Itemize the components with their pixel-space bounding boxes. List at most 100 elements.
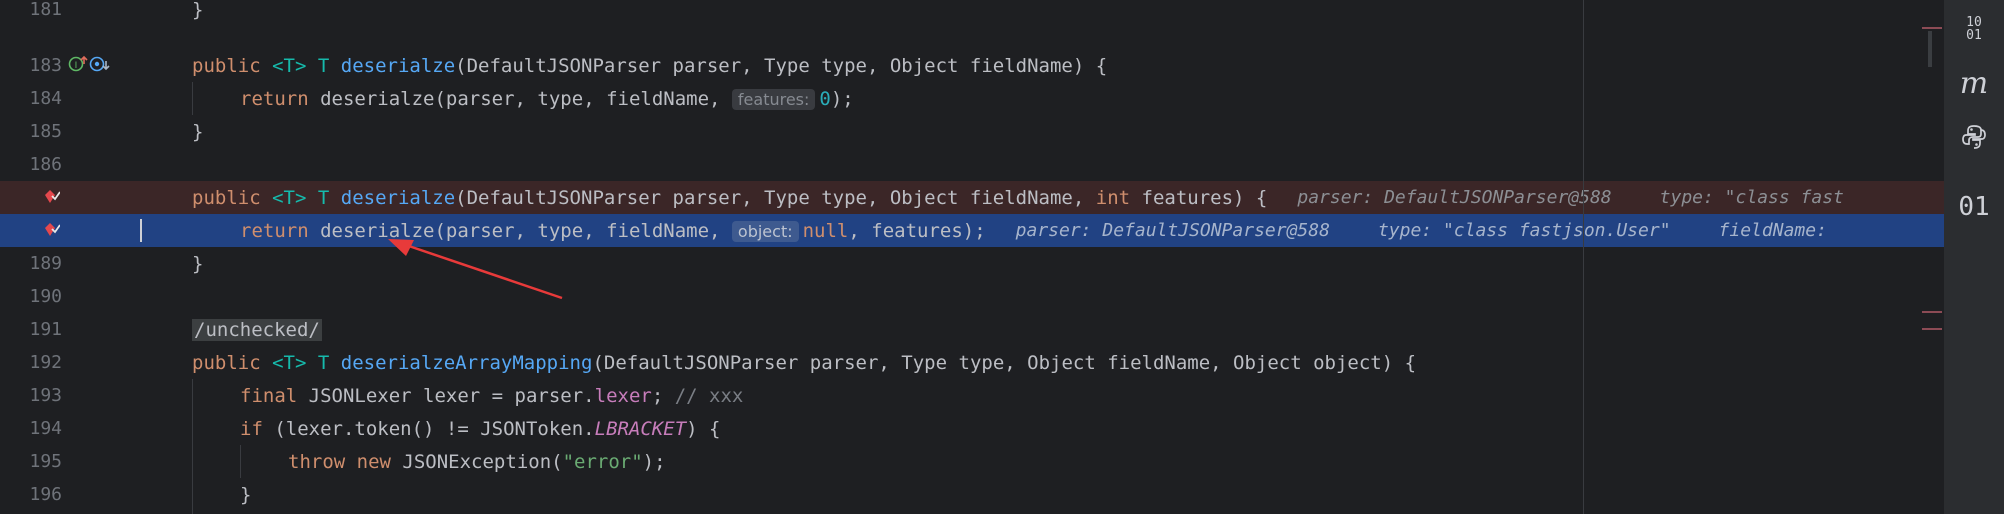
params: (DefaultJSONParser parser, Type type, Ob… bbox=[592, 351, 1417, 374]
line-number: 193 bbox=[29, 385, 62, 406]
keyword: public bbox=[192, 54, 261, 77]
keyword: throw bbox=[288, 450, 346, 473]
declaration: final JSONLexer lexer = parser.lexer; //… bbox=[140, 385, 743, 407]
statement-end: , features); bbox=[848, 219, 986, 242]
stripe-mark[interactable] bbox=[1922, 311, 1942, 313]
call-expression[interactable]: deserialze(parser, type, fieldName, bbox=[320, 220, 732, 242]
comment: // xxx bbox=[674, 384, 744, 407]
call-expression: deserialze(parser, type, fieldName, bbox=[320, 87, 732, 110]
breakpoint-icon[interactable] bbox=[44, 190, 60, 204]
python-console-button[interactable] bbox=[1954, 112, 1994, 162]
return-type: T bbox=[317, 54, 330, 77]
right-margin-guide bbox=[1583, 0, 1584, 514]
implements-overrides-icons[interactable]: I bbox=[68, 53, 112, 79]
code-line[interactable]: if (lexer.token() != JSONToken.LBRACKET)… bbox=[140, 412, 1944, 445]
field-ref: lexer bbox=[594, 384, 652, 407]
line-number: 196 bbox=[29, 484, 62, 505]
gutter-line[interactable]: 194 bbox=[0, 412, 140, 445]
override-icon[interactable]: I bbox=[68, 53, 112, 75]
line-number: 190 bbox=[29, 286, 62, 307]
code-line[interactable]: throw new JSONException("error"); bbox=[140, 445, 1944, 478]
line-number: 183 bbox=[29, 55, 62, 76]
closing-brace: } bbox=[192, 120, 204, 143]
gutter-line[interactable]: 192 bbox=[0, 346, 140, 379]
code-line[interactable]: return deserialze(parser, type, fieldNam… bbox=[140, 82, 1944, 115]
binary-viewer-button[interactable]: 10 01 bbox=[1954, 4, 1994, 54]
code-area[interactable]: } public <T> T deserialze(DefaultJSONPar… bbox=[140, 0, 1944, 514]
params: features) { bbox=[1130, 186, 1268, 209]
closing-brace: } bbox=[192, 252, 204, 275]
stripe-mark[interactable] bbox=[1922, 328, 1942, 330]
debug-inline-value[interactable]: type: "class fastjson.User" bbox=[1378, 220, 1671, 241]
editor-gutter[interactable]: 181 183 I 184 185 186 189 190 191 192 19… bbox=[0, 0, 140, 514]
svg-text:I: I bbox=[75, 61, 78, 71]
line-number: 195 bbox=[29, 451, 62, 472]
statement-end: ); bbox=[642, 450, 666, 473]
code-line[interactable]: } bbox=[140, 115, 1944, 148]
gutter-line[interactable]: 190 bbox=[0, 280, 140, 313]
line-number: 185 bbox=[29, 121, 62, 142]
string-literal: "error" bbox=[562, 450, 643, 473]
debug-inline-value[interactable]: parser: DefaultJSONParser@588 bbox=[1016, 220, 1330, 241]
statement-end: ); bbox=[830, 87, 854, 110]
params: (DefaultJSONParser parser, Type type, Ob… bbox=[455, 186, 1096, 209]
binary-button[interactable]: 01 bbox=[1954, 182, 1994, 232]
line-number: 191 bbox=[29, 319, 62, 340]
code-editor[interactable]: 181 183 I 184 185 186 189 190 191 192 19… bbox=[0, 0, 2004, 514]
code-line[interactable]: } bbox=[140, 247, 1944, 280]
method-signature: public <T> T deserialze(DefaultJSONParse… bbox=[140, 55, 1107, 77]
maven-button[interactable]: m bbox=[1954, 58, 1994, 108]
stripe-mark[interactable] bbox=[1922, 27, 1942, 29]
gutter-line[interactable]: 195 bbox=[0, 445, 140, 478]
gutter-line[interactable]: 181 bbox=[0, 0, 140, 26]
code-line[interactable]: } bbox=[140, 0, 1944, 26]
semicolon: ; bbox=[651, 384, 675, 407]
return-statement: return deserialze(parser, type, fieldNam… bbox=[140, 88, 854, 110]
gutter-line[interactable]: 186 bbox=[0, 148, 140, 181]
code-line-breakpoint[interactable]: public <T> T deserialze(DefaultJSONParse… bbox=[140, 181, 1944, 214]
error-stripe[interactable] bbox=[1920, 0, 1944, 514]
scroll-thumb[interactable] bbox=[1928, 31, 1932, 67]
line-number: 184 bbox=[29, 88, 62, 109]
keyword: new bbox=[356, 450, 391, 473]
type-param: <T> bbox=[272, 54, 307, 77]
declaration-text: JSONLexer lexer = parser. bbox=[297, 384, 595, 407]
params: (DefaultJSONParser parser, Type type, Ob… bbox=[455, 54, 1108, 77]
code-line-current-execution[interactable]: return deserialze(parser, type, fieldNam… bbox=[140, 214, 1944, 247]
code-line[interactable]: final JSONLexer lexer = parser.lexer; //… bbox=[140, 379, 1944, 412]
keyword: public bbox=[192, 186, 261, 209]
gutter-line[interactable]: 185 bbox=[0, 115, 140, 148]
keyword: return bbox=[240, 87, 309, 110]
method-name[interactable]: deserialze bbox=[341, 187, 455, 209]
keyword: public bbox=[192, 351, 261, 374]
debug-inline-value[interactable]: fieldName: bbox=[1719, 220, 1827, 241]
code-line[interactable]: /unchecked/ bbox=[140, 313, 1944, 346]
gutter-line[interactable]: 183 I bbox=[0, 49, 140, 82]
debug-inline-value[interactable]: parser: DefaultJSONParser@588 bbox=[1297, 187, 1611, 208]
gutter-line[interactable]: 189 bbox=[0, 247, 140, 280]
code-line[interactable]: public <T> T deserialzeArrayMapping(Defa… bbox=[140, 346, 1944, 379]
keyword: if bbox=[240, 417, 263, 440]
keyword: int bbox=[1095, 186, 1131, 209]
parameter-hint: object: bbox=[731, 220, 799, 242]
breakpoint-icon[interactable] bbox=[44, 223, 60, 237]
method-name[interactable]: deserialze bbox=[341, 55, 455, 77]
number-literal: 0 bbox=[819, 87, 831, 110]
gutter-line-breakpoint[interactable] bbox=[0, 181, 140, 214]
gutter-line[interactable]: 191 bbox=[0, 313, 140, 346]
gutter-line-breakpoint-current[interactable] bbox=[0, 214, 140, 247]
method-name[interactable]: deserialzeArrayMapping bbox=[341, 352, 593, 374]
debug-inline-value[interactable]: type: "class fast bbox=[1660, 187, 1844, 208]
method-signature: public <T> T deserialze(DefaultJSONParse… bbox=[140, 187, 1267, 209]
keyword: return bbox=[240, 219, 309, 242]
line-number: 189 bbox=[29, 253, 62, 274]
gutter-line[interactable]: 184 bbox=[0, 82, 140, 115]
gutter-line[interactable]: 196 bbox=[0, 478, 140, 511]
line-number: 186 bbox=[29, 154, 62, 175]
right-tool-strip[interactable]: 10 01 m 01 bbox=[1944, 0, 2004, 514]
python-icon bbox=[1962, 125, 1986, 149]
code-line[interactable]: public <T> T deserialze(DefaultJSONParse… bbox=[140, 49, 1944, 82]
static-field: LBRACKET bbox=[594, 417, 687, 440]
gutter-line[interactable]: 193 bbox=[0, 379, 140, 412]
code-line[interactable]: } bbox=[140, 478, 1944, 511]
